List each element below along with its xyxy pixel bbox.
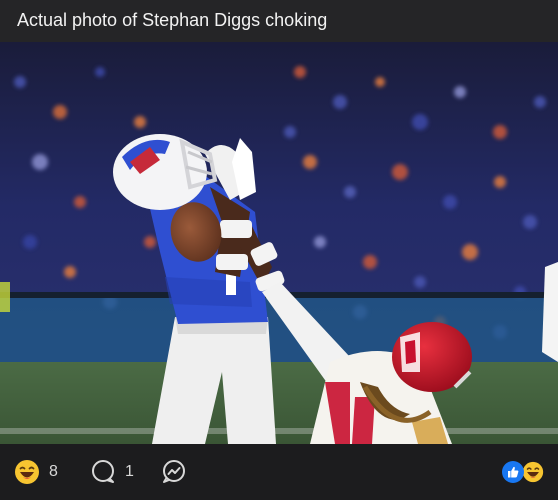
haha-emoji-icon [522, 461, 544, 483]
post-card: Actual photo of Stephan Diggs choking 8 … [0, 0, 558, 500]
post-photo[interactable] [0, 42, 558, 444]
post-footer: 8 1 [0, 444, 558, 500]
comment-button[interactable]: 1 [90, 458, 134, 486]
like-icon [502, 461, 524, 483]
post-title: Actual photo of Stephan Diggs choking [17, 10, 328, 30]
reaction-count: 8 [49, 463, 58, 480]
haha-emoji-icon [15, 460, 39, 484]
reaction-button[interactable]: 8 [14, 458, 58, 486]
share-button[interactable] [161, 458, 187, 486]
comment-count: 1 [125, 463, 134, 480]
comment-icon [92, 460, 114, 483]
post-header: Actual photo of Stephan Diggs choking [0, 0, 558, 42]
reaction-summary[interactable] [502, 458, 544, 486]
share-icon [163, 460, 185, 483]
